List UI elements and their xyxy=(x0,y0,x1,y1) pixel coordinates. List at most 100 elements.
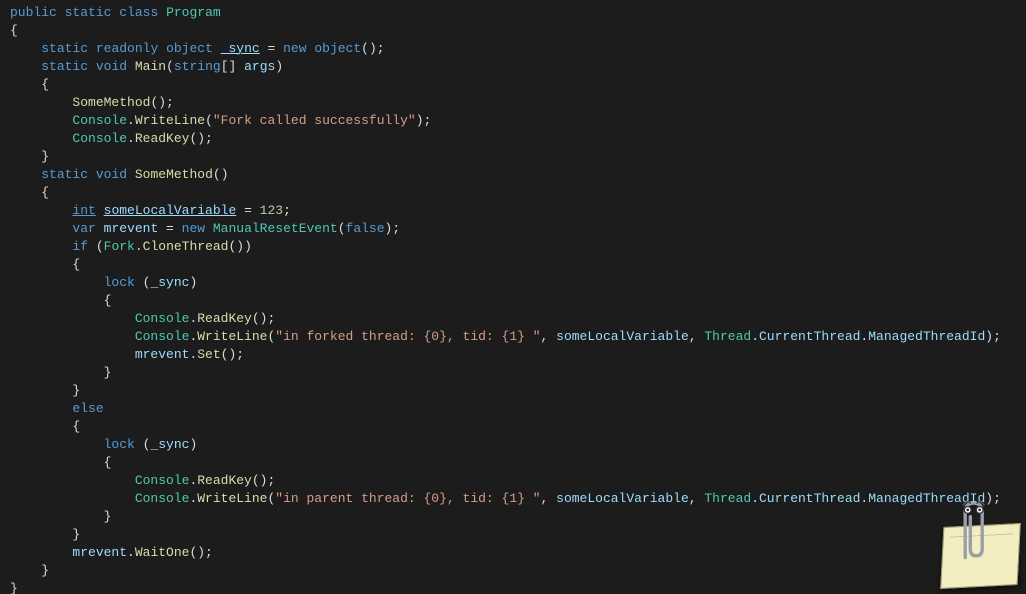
code-token: object xyxy=(166,41,213,56)
code-line[interactable]: { xyxy=(10,76,1016,94)
code-line[interactable]: Console.ReadKey(); xyxy=(10,310,1016,328)
code-token: "Fork called successfully" xyxy=(213,113,416,128)
code-token: } xyxy=(10,581,18,594)
code-token: ReadKey xyxy=(135,131,190,146)
code-token: [] xyxy=(221,59,244,74)
code-token: else xyxy=(72,401,103,416)
code-token: () xyxy=(213,167,229,182)
code-line[interactable]: } xyxy=(10,148,1016,166)
code-line[interactable]: } xyxy=(10,580,1016,594)
code-token: Console xyxy=(135,329,190,344)
code-line[interactable]: mrevent.Set(); xyxy=(10,346,1016,364)
code-line[interactable]: Console.WriteLine("in parent thread: {0}… xyxy=(10,490,1016,508)
code-token: static xyxy=(65,5,112,20)
code-line[interactable]: Console.WriteLine("Fork called successfu… xyxy=(10,112,1016,130)
code-line[interactable]: lock (_sync) xyxy=(10,436,1016,454)
code-line[interactable]: { xyxy=(10,184,1016,202)
code-line[interactable]: { xyxy=(10,454,1016,472)
code-line[interactable]: } xyxy=(10,364,1016,382)
code-line[interactable]: static void SomeMethod() xyxy=(10,166,1016,184)
code-line[interactable]: public static class Program xyxy=(10,4,1016,22)
code-line[interactable]: { xyxy=(10,292,1016,310)
code-token: ( xyxy=(135,437,151,452)
code-token: (); xyxy=(189,545,212,560)
code-line[interactable]: } xyxy=(10,508,1016,526)
code-line[interactable]: if (Fork.CloneThread()) xyxy=(10,238,1016,256)
code-token: . xyxy=(127,113,135,128)
code-line[interactable]: Console.WriteLine("in forked thread: {0}… xyxy=(10,328,1016,346)
code-line[interactable]: int someLocalVariable = 123; xyxy=(10,202,1016,220)
code-token: lock xyxy=(104,275,135,290)
code-token: lock xyxy=(104,437,135,452)
code-token xyxy=(205,221,213,236)
code-token: = xyxy=(236,203,259,218)
code-token xyxy=(88,41,96,56)
code-token: ) xyxy=(275,59,283,74)
code-line[interactable]: Console.ReadKey(); xyxy=(10,130,1016,148)
code-token: SomeMethod xyxy=(72,95,150,110)
code-token: ReadKey xyxy=(197,473,252,488)
code-token: (); xyxy=(150,95,173,110)
code-line[interactable]: var mrevent = new ManualResetEvent(false… xyxy=(10,220,1016,238)
code-token xyxy=(158,5,166,20)
code-token xyxy=(96,221,104,236)
code-token: static xyxy=(41,41,88,56)
code-line[interactable]: lock (_sync) xyxy=(10,274,1016,292)
code-token: ); xyxy=(985,329,1001,344)
code-editor[interactable]: public static class Program{ static read… xyxy=(0,0,1026,594)
code-token: ManualResetEvent xyxy=(213,221,338,236)
code-token: } xyxy=(41,149,49,164)
code-line[interactable]: { xyxy=(10,256,1016,274)
code-block[interactable]: public static class Program{ static read… xyxy=(10,4,1016,594)
code-line[interactable]: else xyxy=(10,400,1016,418)
code-token: mrevent xyxy=(135,347,190,362)
code-token: string xyxy=(174,59,221,74)
code-line[interactable]: } xyxy=(10,382,1016,400)
office-assistant-clippy[interactable] xyxy=(926,494,1021,589)
code-token: Program xyxy=(166,5,221,20)
code-token: = xyxy=(158,221,181,236)
code-token: Main xyxy=(135,59,166,74)
code-token: ()) xyxy=(229,239,252,254)
code-token: WriteLine xyxy=(197,329,267,344)
code-token xyxy=(127,59,135,74)
code-token: { xyxy=(41,77,49,92)
code-token: . xyxy=(127,545,135,560)
code-line[interactable]: SomeMethod(); xyxy=(10,94,1016,112)
code-token: CloneThread xyxy=(143,239,229,254)
code-token: Thread xyxy=(704,491,751,506)
code-token: . xyxy=(127,131,135,146)
code-line[interactable]: { xyxy=(10,418,1016,436)
code-token: false xyxy=(346,221,385,236)
code-token: someLocalVariable xyxy=(556,329,689,344)
code-line[interactable]: } xyxy=(10,562,1016,580)
code-token: new xyxy=(182,221,205,236)
code-line[interactable]: } xyxy=(10,526,1016,544)
code-token: class xyxy=(119,5,158,20)
code-token: mrevent xyxy=(72,545,127,560)
code-token: { xyxy=(72,257,80,272)
code-token: _sync xyxy=(150,437,189,452)
code-line[interactable]: { xyxy=(10,22,1016,40)
code-token: { xyxy=(104,455,112,470)
code-token xyxy=(57,5,65,20)
code-token: ReadKey xyxy=(197,311,252,326)
code-token: WaitOne xyxy=(135,545,190,560)
code-line[interactable]: static readonly object _sync = new objec… xyxy=(10,40,1016,58)
code-token: (); xyxy=(252,473,275,488)
code-token: } xyxy=(72,527,80,542)
code-token xyxy=(213,41,221,56)
code-token: void xyxy=(96,167,127,182)
code-token: static xyxy=(41,59,88,74)
code-token: . xyxy=(751,491,759,506)
code-token: CurrentThread xyxy=(759,329,860,344)
code-token: ( xyxy=(338,221,346,236)
code-token: ManagedThreadId xyxy=(868,329,985,344)
code-token: ( xyxy=(205,113,213,128)
code-token: ( xyxy=(166,59,174,74)
code-line[interactable]: mrevent.WaitOne(); xyxy=(10,544,1016,562)
code-token: void xyxy=(96,59,127,74)
code-line[interactable]: Console.ReadKey(); xyxy=(10,472,1016,490)
code-line[interactable]: static void Main(string[] args) xyxy=(10,58,1016,76)
code-token: var xyxy=(72,221,95,236)
